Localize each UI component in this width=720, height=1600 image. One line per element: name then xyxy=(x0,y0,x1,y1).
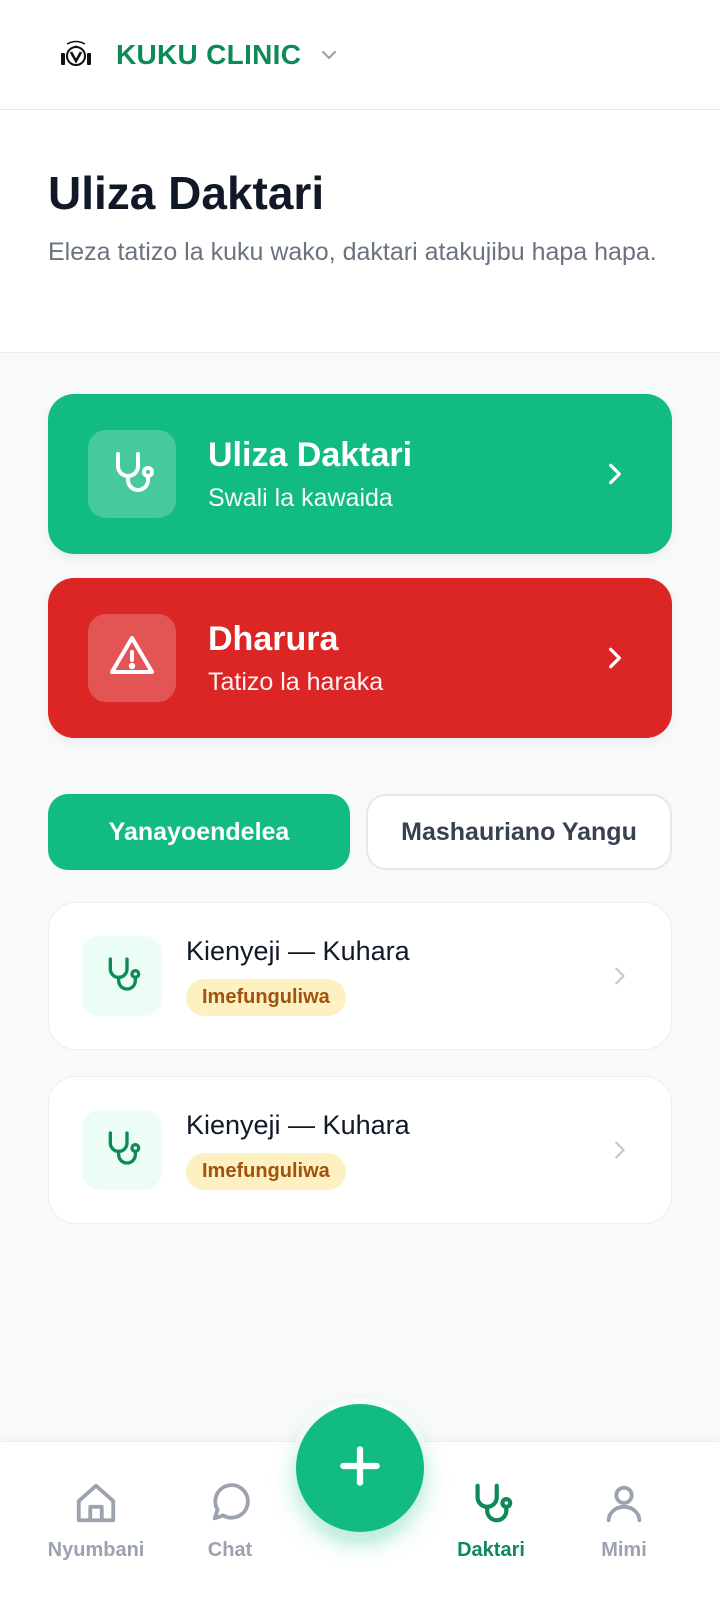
home-icon xyxy=(73,1480,119,1531)
item-icon-box xyxy=(82,1110,162,1190)
nav-label: Daktari xyxy=(457,1539,525,1561)
chevron-down-icon[interactable] xyxy=(319,45,339,65)
card-text: Dharura Tatizo la haraka xyxy=(208,619,602,697)
card-text: Uliza Daktari Swali la kawaida xyxy=(208,435,602,513)
nav-item-home[interactable]: Nyumbani xyxy=(36,1480,156,1562)
emergency-card[interactable]: Dharura Tatizo la haraka xyxy=(48,578,672,738)
nav-label: Mimi xyxy=(601,1539,647,1561)
warning-icon xyxy=(108,632,156,685)
nav-item-chat[interactable]: Chat xyxy=(170,1480,290,1562)
rooster-logo-icon[interactable] xyxy=(56,35,96,75)
status-badge: Imefunguliwa xyxy=(186,979,346,1016)
item-icon-box xyxy=(82,936,162,1016)
card-title: Uliza Daktari xyxy=(208,436,413,475)
item-title: Kienyeji — Kuhara xyxy=(186,936,410,966)
plus-icon xyxy=(335,1441,385,1496)
add-button[interactable] xyxy=(290,1398,430,1538)
card-subtitle: Swali la kawaida xyxy=(208,483,393,512)
nav-label: Nyumbani xyxy=(47,1539,145,1561)
consultation-tabs: Yanayoendelea Mashauriano Yangu xyxy=(48,794,672,870)
ask-doctor-card[interactable]: Uliza Daktari Swali la kawaida xyxy=(48,394,672,554)
nav-item-me[interactable]: Mimi xyxy=(564,1480,684,1562)
chat-bubble-icon xyxy=(207,1480,253,1531)
tab-ongoing[interactable]: Yanayoendelea xyxy=(48,794,350,870)
item-text: Kienyeji — Kuhara Imefunguliwa xyxy=(186,1110,609,1190)
brand-name[interactable]: KUKU CLINIC xyxy=(116,39,301,71)
chevron-right-icon xyxy=(602,461,628,487)
list-item[interactable]: Kienyeji — Kuhara Imefunguliwa xyxy=(48,1076,672,1224)
item-text: Kienyeji — Kuhara Imefunguliwa xyxy=(186,936,609,1016)
status-badge: Imefunguliwa xyxy=(186,1153,346,1190)
chevron-right-icon xyxy=(609,965,631,987)
add-button-inner[interactable] xyxy=(296,1404,424,1532)
page-title: Uliza Daktari xyxy=(48,167,325,219)
list-item[interactable]: Kienyeji — Kuhara Imefunguliwa xyxy=(48,902,672,1050)
card-title: Dharura xyxy=(208,620,339,659)
stethoscope-icon xyxy=(102,1128,142,1173)
card-icon-box xyxy=(88,430,176,518)
top-bar: KUKU CLINIC xyxy=(0,0,720,110)
app-root: KUKU CLINIC Uliza Daktari Eleza tatizo l… xyxy=(0,0,720,1600)
stethoscope-icon xyxy=(468,1480,514,1531)
chevron-right-icon xyxy=(609,1139,631,1161)
page-subtitle: Eleza tatizo la kuku wako, daktari ataku… xyxy=(48,237,657,266)
tab-my-consultations[interactable]: Mashauriano Yangu xyxy=(366,794,672,870)
page-header: Uliza Daktari Eleza tatizo la kuku wako,… xyxy=(0,110,720,353)
card-subtitle: Tatizo la haraka xyxy=(208,667,384,696)
stethoscope-icon xyxy=(108,448,156,501)
stethoscope-icon xyxy=(102,954,142,999)
nav-label: Chat xyxy=(207,1539,253,1561)
user-icon xyxy=(601,1480,647,1531)
nav-item-doctor[interactable]: Daktari xyxy=(431,1480,551,1562)
item-title: Kienyeji — Kuhara xyxy=(186,1110,410,1140)
chevron-right-icon xyxy=(602,645,628,671)
card-icon-box xyxy=(88,614,176,702)
